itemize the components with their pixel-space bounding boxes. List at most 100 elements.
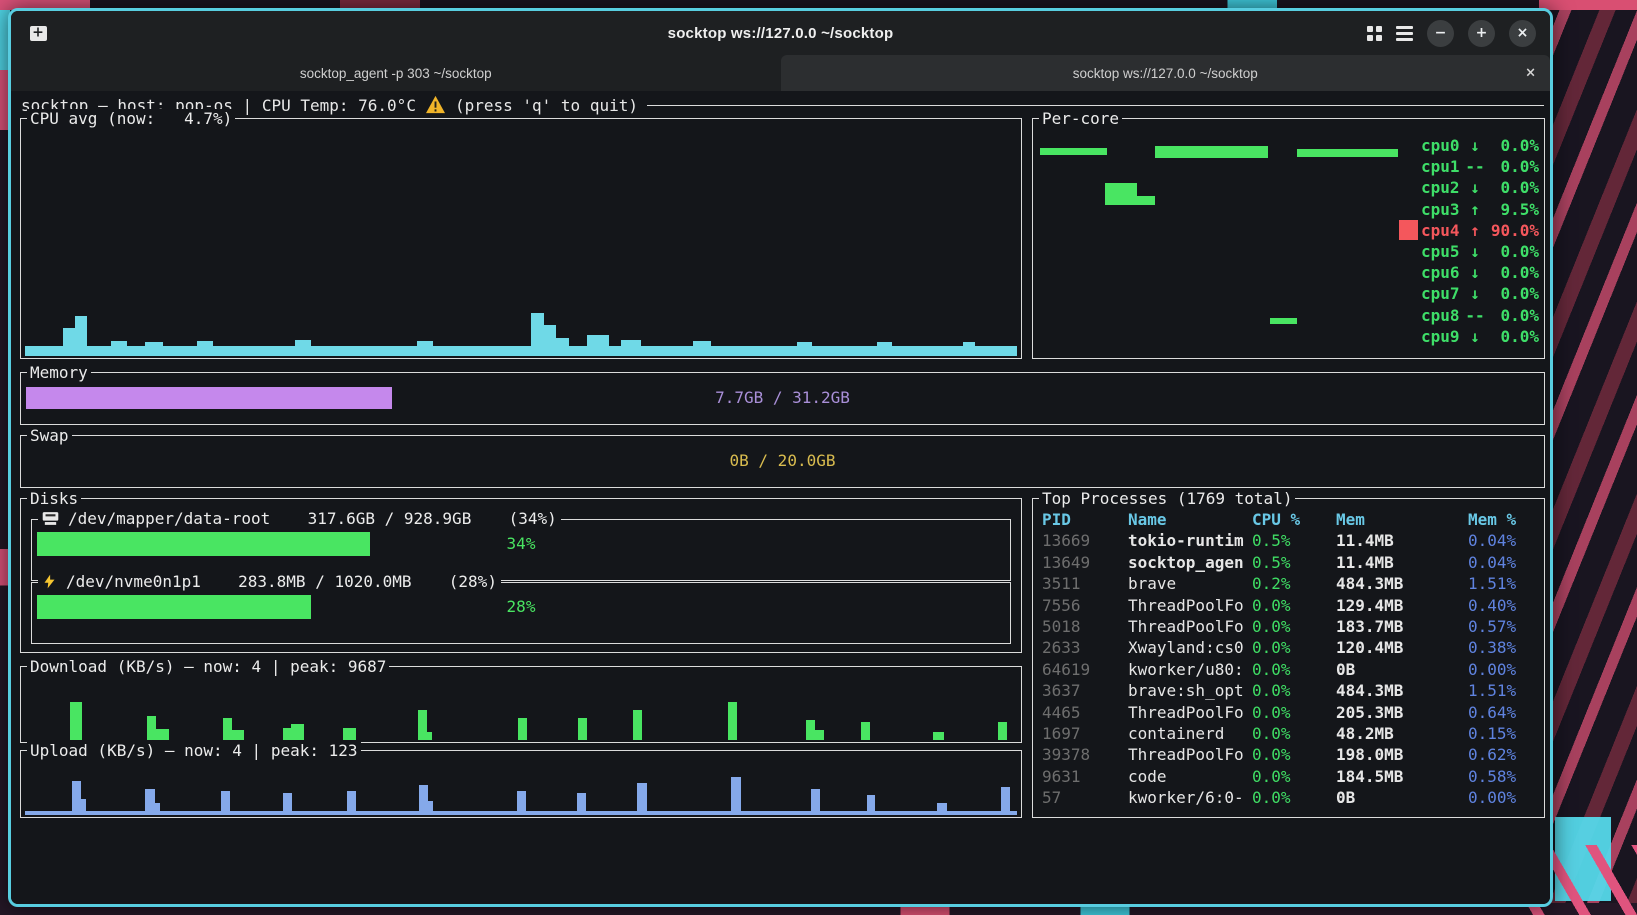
core-arrow: ↑ [1463,200,1487,219]
process-cell-cpu: 0.0% [1252,766,1336,787]
process-cell-pid: 57 [1042,787,1128,808]
tab-close-icon[interactable]: × [1525,66,1536,81]
process-cell-name: brave:sh_opt [1128,680,1252,701]
process-cell-pid: 39378 [1042,744,1128,765]
process-cell-memp: 1.51% [1468,573,1541,594]
layout-grid-icon[interactable] [1367,26,1382,41]
process-column-header: PID [1042,509,1128,530]
chart-bar [637,783,647,815]
chart-bar [587,335,609,356]
process-cell-name: socktop_agen [1128,552,1252,573]
lightning-icon [42,573,57,590]
upload-panel: Upload (KB/s) — now: 4 | peak: 123 [20,750,1022,818]
tab-socktop-client[interactable]: socktop ws://127.0.0 ~/socktop × [781,55,1551,91]
process-cell-cpu: 0.0% [1252,595,1336,616]
process-cell-pid: 13649 [1042,552,1128,573]
core-val: 0.0% [1487,263,1539,282]
per-core-row: cpu2↓0.0% [1389,177,1539,198]
chart-bar [531,313,544,356]
core-val: 9.5% [1487,200,1539,219]
process-cell-mem: 129.4MB [1336,595,1468,616]
core-arrow: -- [1463,157,1487,176]
chart-bar [221,791,230,815]
per-core-list: cpu0↓0.0%cpu1--0.0%cpu2↓0.0%cpu3↑9.5%cpu… [1389,135,1539,347]
chart-bar [111,341,127,356]
chart-bar [223,718,232,740]
tab-label: socktop ws://127.0.0 ~/socktop [1073,66,1258,81]
new-tab-button[interactable] [27,22,49,44]
per-core-segment [1137,196,1155,205]
chart-bar [197,341,213,356]
core-name: cpu2 [1421,178,1463,197]
upload-chart [25,755,1017,815]
process-cell-mem: 205.3MB [1336,702,1468,723]
close-button[interactable]: × [1509,20,1536,47]
process-cell-cpu: 0.0% [1252,637,1336,658]
chart-bar [75,316,87,356]
process-cell-name: code [1128,766,1252,787]
process-cell-name: ThreadPoolFo [1128,744,1252,765]
maximize-button[interactable]: + [1468,20,1495,47]
chart-bar [70,702,82,740]
chart-bar [72,781,81,815]
per-core-row: cpu6↓0.0% [1389,262,1539,283]
chart-bar [998,722,1007,740]
process-cell-memp: 0.57% [1468,616,1541,637]
tab-socktop-agent[interactable]: socktop_agent -p 303 ~/socktop [11,55,781,91]
chart-bar [963,342,975,356]
process-cell-memp: 0.00% [1468,659,1541,680]
chart-bar [806,720,815,740]
core-arrow: -- [1463,306,1487,325]
process-cell-memp: 0.64% [1468,702,1541,723]
chart-bar [154,803,160,815]
per-core-row: cpu8--0.0% [1389,305,1539,326]
process-cell-pid: 13669 [1042,530,1128,551]
core-name: cpu3 [1421,200,1463,219]
window-controls: − + × [1367,11,1536,55]
chart-bar [1001,787,1010,815]
memory-usage-label: 7.7GB / 31.2GB [21,388,1544,407]
minimize-button[interactable]: − [1427,20,1454,47]
disk-usage: 317.6GB / 928.9GB [308,509,472,528]
core-name: cpu4 [1421,221,1463,240]
tab-label: socktop_agent -p 303 ~/socktop [300,66,492,81]
process-cell-mem: 183.7MB [1336,616,1468,637]
chart-bar [81,799,86,815]
chart-bar [811,789,820,815]
process-cell-mem: 120.4MB [1336,637,1468,658]
chart-bar [156,729,169,740]
core-val: 0.0% [1487,327,1539,346]
chart-bar [147,716,156,740]
warning-icon [425,95,446,114]
header-quit-hint: (press 'q' to quit) [455,96,638,115]
process-cell-mem: 484.3MB [1336,573,1468,594]
process-cell-mem: 198.0MB [1336,744,1468,765]
process-cell-memp: 0.58% [1468,766,1541,787]
process-cell-cpu: 0.5% [1252,530,1336,551]
process-cell-pid: 2633 [1042,637,1128,658]
disk-name: /dev/nvme0n1p1 [66,572,201,591]
core-val: 0.0% [1487,136,1539,155]
per-core-row: cpu1--0.0% [1389,156,1539,177]
chart-bar [283,728,291,740]
chart-bar [427,732,432,740]
cpu-avg-chart [25,123,1017,356]
chart-bar [295,340,311,356]
process-column-header: Name [1128,509,1252,530]
per-core-segment [1155,146,1268,158]
chart-bar [291,724,304,740]
disk-bar-label: 28% [32,597,1010,616]
core-val: 0.0% [1487,157,1539,176]
process-cell-name: ThreadPoolFo [1128,702,1252,723]
per-core-panel: Per-core cpu0↓0.0%cpu1--0.0%cpu2↓0.0%cpu… [1032,118,1545,359]
hamburger-menu-icon[interactable] [1396,26,1413,41]
process-cell-cpu: 0.5% [1252,552,1336,573]
chart-bar [731,777,741,815]
chart-bar [517,791,526,815]
chart-bar [937,803,947,815]
cpu-avg-panel: CPU avg (now: 4.7%) [20,118,1022,359]
process-cell-cpu: 0.0% [1252,680,1336,701]
chart-bar [418,710,427,740]
process-cell-name: ThreadPoolFo [1128,616,1252,637]
process-cell-pid: 3637 [1042,680,1128,701]
